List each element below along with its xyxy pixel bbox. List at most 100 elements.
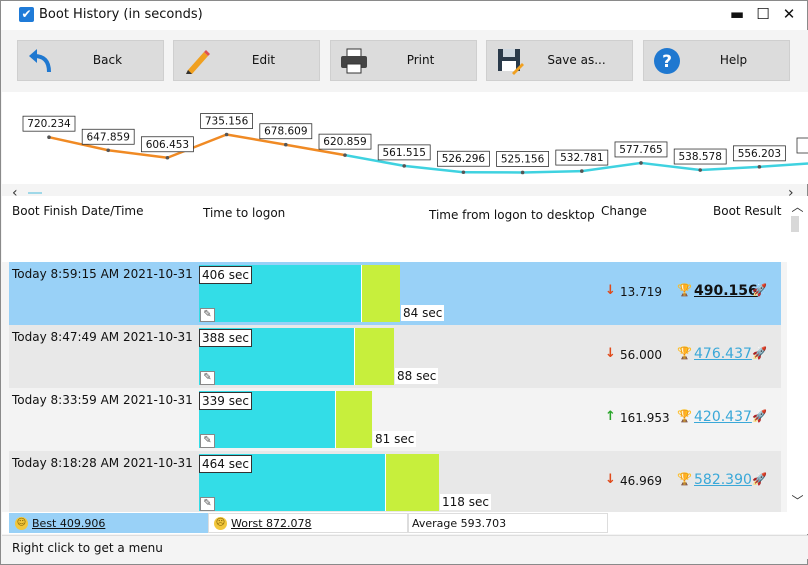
desktop-label: 118 sec [440, 494, 491, 510]
down-arrow-icon: ↓ [605, 283, 616, 298]
chart-canvas: 720.234 647.859 606.453 735.156 678.609 620.8… [22, 113, 808, 175]
chart-point[interactable] [284, 142, 288, 147]
help-button-label: Help [719, 53, 748, 67]
trophy-icon: 🏆 [677, 472, 692, 486]
best-text[interactable]: Best 409.906 [32, 517, 105, 530]
app-checkbox-icon: ✔ [19, 7, 34, 22]
chart-point[interactable] [461, 170, 466, 175]
edit-button-label: Edit [251, 53, 276, 67]
chart-data-label: 556.203 [733, 145, 786, 162]
chart-segment [759, 162, 808, 169]
status-bar: ☺ Best 409.906 ☹ Worst 872.078 Average 593… [2, 512, 808, 534]
edit-row-icon[interactable]: ✎ [200, 371, 215, 385]
edit-row-icon[interactable]: ✎ [200, 497, 215, 511]
rocket-icon: 🚀 [752, 283, 767, 297]
chart-point[interactable] [520, 170, 525, 175]
scroll-up-icon[interactable]: ︿ [787, 198, 808, 215]
average-status: Average 593.703 [408, 513, 608, 533]
chart-value-text: 556.203 [738, 148, 781, 160]
header-result[interactable]: Boot Result [713, 204, 782, 218]
rocket-icon: 🚀 [752, 346, 767, 360]
best-status[interactable]: ☺ Best 409.906 [9, 513, 208, 533]
chart-segment [700, 165, 760, 172]
worst-text[interactable]: Worst 872.078 [231, 517, 312, 530]
maximize-icon[interactable]: ☐ [752, 3, 774, 25]
chart-data-label: 678.609 [259, 123, 313, 140]
row-date: Today 8:59:15 AM 2021-10-31 [12, 267, 193, 281]
row-change: 46.969 [620, 474, 662, 488]
row-date: Today 8:47:49 AM 2021-10-31 [12, 330, 193, 344]
chart-data-label: 720.234 [22, 115, 76, 132]
chart-value-text: 720.234 [27, 118, 71, 130]
chart-point[interactable] [224, 132, 229, 137]
boot-row[interactable]: Today 8:18:28 AM 2021-10-31 464 sec 118 se… [9, 451, 781, 512]
down-arrow-icon: ↓ [605, 472, 616, 487]
minimize-icon[interactable]: ▬ [726, 3, 748, 25]
chart-point[interactable] [343, 153, 347, 157]
header-change[interactable]: Change [601, 204, 647, 218]
chart-point[interactable] [165, 155, 170, 160]
hint-bar: Right click to get a menu [2, 535, 808, 559]
frown-icon: ☹ [214, 516, 227, 530]
chart-data-label: 526.296 [436, 150, 490, 167]
chart-point[interactable] [639, 161, 643, 165]
chart-segment [404, 164, 464, 174]
chart-data-label: 561.515 [377, 144, 431, 161]
chart-value-text: 532.781 [560, 152, 603, 164]
edit-row-icon[interactable]: ✎ [200, 308, 215, 322]
rocket-icon: 🚀 [752, 409, 767, 423]
close-icon[interactable]: ✕ [778, 3, 800, 25]
floppy-disk-icon [498, 49, 524, 75]
horizontal-scroll-thumb[interactable] [28, 192, 42, 194]
row-result-link[interactable]: 420.437 [694, 409, 752, 425]
header-logon[interactable]: Time to logon [203, 206, 285, 220]
chart-point[interactable] [106, 148, 110, 153]
row-result-link[interactable]: 490.156 [694, 283, 758, 299]
trophy-icon: 🏆 [677, 283, 692, 297]
row-result-link[interactable]: 582.390 [694, 472, 752, 488]
scroll-down-icon[interactable]: ﹀ [787, 492, 808, 509]
print-button-label: Print [406, 53, 435, 67]
printer-icon [341, 48, 367, 74]
worst-status[interactable]: ☹ Worst 872.078 [208, 513, 408, 533]
edit-button[interactable]: Edit [173, 40, 320, 81]
logon-label: 388 sec [199, 329, 252, 347]
back-arrow-icon [29, 49, 51, 73]
up-arrow-icon: ↑ [605, 409, 616, 424]
vertical-scrollbar[interactable]: ︿ ﹀ [787, 196, 808, 512]
row-result-link[interactable]: 476.437 [694, 346, 752, 362]
header-date[interactable]: Boot Finish Date/Time [12, 204, 144, 218]
hint-text: Right click to get a menu [12, 541, 163, 555]
chart-point[interactable] [47, 135, 51, 139]
chart-offscreen-label [796, 137, 808, 154]
chart-data-label: 577.765 [614, 141, 668, 158]
trophy-icon: 🏆 [677, 409, 692, 423]
svg-text:?: ? [662, 52, 672, 72]
header-desktop[interactable]: Time from logon to desktop [429, 208, 595, 222]
save-as-button[interactable]: Save as... [486, 40, 633, 81]
chart-point[interactable] [580, 169, 584, 173]
rocket-icon: 🚀 [752, 472, 767, 486]
chart-value-text: 526.296 [442, 153, 486, 165]
chart-point[interactable] [757, 165, 762, 169]
chart-point[interactable] [698, 168, 702, 172]
chart-data-label: 538.578 [673, 148, 727, 165]
logon-label: 464 sec [199, 455, 252, 473]
vertical-scroll-thumb[interactable] [791, 216, 799, 232]
chart-value-text: 561.515 [382, 147, 425, 159]
chart-segment [522, 169, 582, 174]
boot-row[interactable]: Today 8:47:49 AM 2021-10-31 388 sec 88 sec… [9, 325, 781, 388]
row-date: Today 8:18:28 AM 2021-10-31 [12, 456, 193, 470]
chart-value-text: 735.156 [205, 115, 249, 127]
boot-row[interactable]: Today 8:59:15 AM 2021-10-31 406 sec 84 sec… [9, 262, 781, 325]
help-button[interactable]: ? Help [643, 40, 790, 81]
edit-row-icon[interactable]: ✎ [200, 434, 215, 448]
chart-value-text: 525.156 [501, 153, 545, 165]
row-date: Today 8:33:59 AM 2021-10-31 [12, 393, 193, 407]
chart-point[interactable] [402, 164, 407, 168]
chart-value-text: 577.765 [619, 144, 662, 156]
boot-row[interactable]: Today 8:33:59 AM 2021-10-31 339 sec 81 sec… [9, 388, 781, 451]
back-button[interactable]: Back [17, 40, 164, 81]
down-arrow-icon: ↓ [605, 346, 616, 361]
print-button[interactable]: Print [330, 40, 477, 81]
